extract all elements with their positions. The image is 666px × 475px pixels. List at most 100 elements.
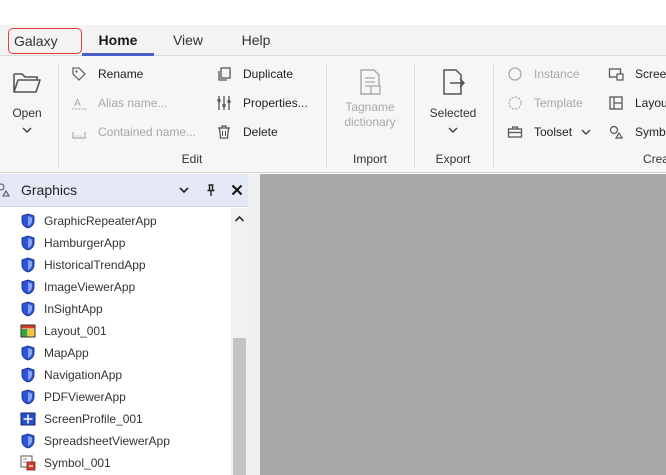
layout-icon — [609, 96, 623, 110]
editor-canvas[interactable] — [260, 174, 666, 475]
delete-label: Delete — [243, 125, 278, 139]
graphics-panel: Graphics GraphicRepeaterApp HamburgerApp H… — [0, 174, 251, 475]
toolset-label: Toolset — [534, 125, 573, 139]
shield-app-icon — [21, 213, 35, 229]
tree-item-label: MapApp — [44, 346, 89, 360]
duplicate-icon — [218, 67, 231, 81]
svg-text:A: A — [74, 98, 81, 109]
open-label: Open — [12, 106, 42, 120]
separator — [326, 64, 327, 168]
graphics-panel-title: Graphics — [21, 182, 78, 198]
separator — [58, 64, 59, 168]
open-button[interactable]: Open — [6, 62, 48, 137]
chevron-down-icon — [581, 129, 591, 135]
shield-app-icon — [21, 257, 35, 273]
tab-view[interactable]: View — [160, 25, 216, 56]
ribbon-tab-bar: Galaxy Home View Help — [0, 25, 666, 56]
tree-item-label: ImageViewerApp — [44, 280, 136, 294]
screen-icon — [608, 68, 624, 81]
chevron-down-icon — [448, 127, 458, 134]
screen-profile-icon — [20, 412, 36, 426]
properties-icon — [217, 96, 231, 110]
contained-name-icon — [72, 132, 86, 139]
edit-group-label: Edit — [181, 152, 203, 166]
tree-item-label: Layout_001 — [44, 324, 107, 338]
tree-item[interactable]: SpreadsheetViewerApp — [0, 430, 231, 452]
import-group-label: Import — [352, 152, 387, 166]
tree-item-label: Symbol_001 — [44, 456, 111, 470]
chevron-down-icon[interactable] — [178, 185, 190, 195]
tab-galaxy[interactable]: Galaxy — [8, 28, 82, 54]
tree-item-label: SpreadsheetViewerApp — [44, 434, 170, 448]
title-strip — [0, 0, 666, 25]
tree-item[interactable]: Layout_001 — [0, 320, 231, 342]
instance-label: Instance — [534, 67, 580, 81]
properties-label: Properties... — [243, 96, 308, 110]
create-group-label: Crea — [643, 152, 666, 166]
layout-icon — [20, 324, 36, 338]
graphics-shapes-icon — [0, 183, 10, 197]
chevron-down-icon — [22, 127, 32, 134]
tree-item-label: InSightApp — [44, 302, 103, 316]
tree-item[interactable]: ScreenProfile_001 — [0, 408, 231, 430]
tree-item-label: HamburgerApp — [44, 236, 126, 250]
tree-item[interactable]: Symbol_001 — [0, 452, 231, 474]
symbol-label: Symb — [635, 125, 666, 139]
alias-name-label: Alias name... — [98, 96, 168, 110]
export-group-label: Export — [435, 152, 471, 166]
tree-item[interactable]: PDFViewerApp — [0, 386, 231, 408]
alias-icon: A — [72, 98, 86, 110]
shield-app-icon — [21, 345, 35, 361]
tree-item[interactable]: MapApp — [0, 342, 231, 364]
template-label: Template — [534, 96, 583, 110]
tree-item-label: NavigationApp — [44, 368, 123, 382]
graphics-tree: GraphicRepeaterApp HamburgerApp Historical… — [0, 208, 231, 475]
tree-item[interactable]: HistoricalTrendApp — [0, 254, 231, 276]
folder-open-icon — [13, 73, 41, 93]
symbol-icon — [20, 455, 36, 471]
export-selected-button[interactable]: Selected — [420, 62, 486, 137]
tagname-dictionary-button[interactable]: Tagname dictionary — [334, 62, 406, 130]
pin-icon[interactable] — [204, 183, 218, 197]
scroll-thumb[interactable] — [233, 338, 246, 475]
template-icon — [508, 96, 522, 110]
tree-item-label: HistoricalTrendApp — [44, 258, 146, 272]
tree-item-label: PDFViewerApp — [44, 390, 126, 404]
tree-item[interactable]: GraphicRepeaterApp — [0, 210, 231, 232]
selected-label: Selected — [429, 106, 477, 120]
close-icon[interactable] — [230, 183, 244, 197]
shield-app-icon — [21, 301, 35, 317]
tag-icon — [72, 67, 86, 81]
graphics-panel-header: Graphics — [0, 174, 251, 207]
screen-label: Scree — [635, 67, 666, 81]
tree-item[interactable]: HamburgerApp — [0, 232, 231, 254]
export-file-icon — [443, 69, 466, 95]
tab-help[interactable]: Help — [228, 25, 284, 56]
contained-name-label: Contained name... — [98, 125, 197, 139]
layout-label: Layou — [635, 96, 666, 110]
tree-item[interactable]: InSightApp — [0, 298, 231, 320]
trash-icon — [218, 125, 230, 139]
shield-app-icon — [21, 389, 35, 405]
tree-item[interactable]: NavigationApp — [0, 364, 231, 386]
duplicate-label: Duplicate — [243, 67, 294, 81]
dictionary-icon — [360, 69, 381, 95]
tab-home[interactable]: Home — [82, 25, 154, 56]
toolbox-icon — [507, 126, 523, 138]
scroll-up-arrow-icon[interactable] — [231, 208, 248, 230]
tree-item-label: ScreenProfile_001 — [44, 412, 143, 426]
shield-app-icon — [21, 433, 35, 449]
shield-app-icon — [21, 367, 35, 383]
instance-icon — [508, 67, 522, 81]
shield-app-icon — [21, 279, 35, 295]
tree-item[interactable]: ImageViewerApp — [0, 276, 231, 298]
shield-app-icon — [21, 235, 35, 251]
panel-splitter[interactable] — [248, 174, 260, 475]
tree-scrollbar[interactable] — [231, 208, 248, 475]
separator — [493, 64, 494, 168]
tree-item-label: GraphicRepeaterApp — [44, 214, 157, 228]
symbol-shapes-icon — [609, 125, 624, 139]
ribbon: Open Rename A Alias name... Contained na… — [0, 56, 666, 173]
tagname-line2: dictionary — [344, 115, 396, 129]
tagname-line1: Tagname — [345, 100, 395, 114]
